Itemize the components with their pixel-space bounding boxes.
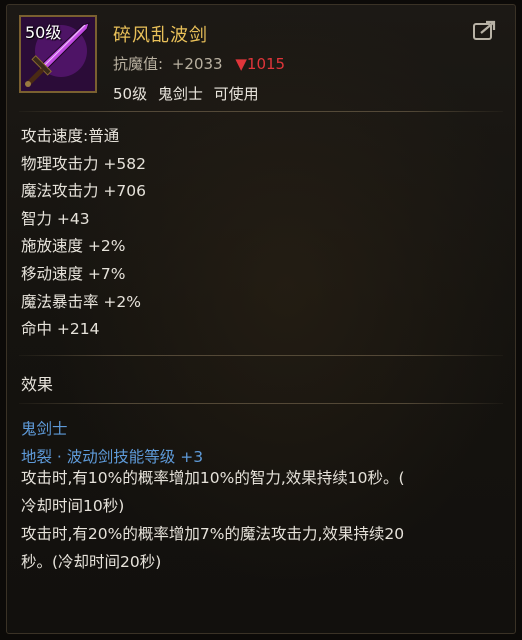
- stat-move-speed: 移动速度 +7%: [21, 264, 126, 283]
- stats-divider: [19, 355, 503, 356]
- header-divider: [19, 111, 503, 112]
- stat-cast-speed: 施放速度 +2%: [21, 237, 126, 256]
- item-level-badge: 50级: [25, 23, 62, 42]
- required-class: 鬼剑士: [157, 85, 203, 103]
- effect-line: 冷却时间10秒): [21, 497, 125, 515]
- resist-label: 抗魔值:: [113, 55, 164, 73]
- effect-line: 攻击时,有20%的概率增加7%的魔法攻击力,效果持续20: [21, 525, 405, 543]
- stat-attack-speed: 攻击速度:普通: [21, 127, 120, 145]
- effect-line: 攻击时,有10%的概率增加10%的智力,效果持续10秒。(: [21, 469, 405, 487]
- stat-intelligence: 智力 +43: [21, 209, 90, 228]
- stats-list: 攻击速度:普通 物理攻击力 +582 魔法攻击力 +706 智力 +43 施放速…: [21, 123, 146, 344]
- effect-skill-bonus: 地裂 · 波动剑技能等级 +3: [21, 448, 204, 466]
- item-name: 碎风乱波剑: [113, 25, 208, 46]
- effects-title: 效果: [21, 375, 54, 394]
- share-button[interactable]: [471, 19, 499, 43]
- stat-physical-attack: 物理攻击力 +582: [21, 154, 146, 173]
- effects-divider: [19, 403, 503, 404]
- share-export-icon: [473, 20, 496, 40]
- effect-line: 秒。(冷却时间20秒): [21, 553, 162, 571]
- stat-hit-rate: 命中 +214: [21, 320, 100, 339]
- resist-diff-down: ▼1015: [235, 55, 286, 73]
- tooltip-header: 50级 碎风乱波剑 抗魔值: +2033 ▼1015 50级 鬼剑士 可使用: [7, 5, 515, 109]
- effect-class-name: 鬼剑士: [21, 420, 68, 438]
- stat-magic-attack: 魔法攻击力 +706: [21, 182, 146, 201]
- requirement-row: 50级 鬼剑士 可使用: [113, 83, 265, 104]
- purple-sword-icon: 50级: [19, 15, 97, 93]
- usable-status: 可使用: [213, 85, 259, 103]
- required-level: 50级: [113, 85, 148, 103]
- stat-magic-crit: 魔法暴击率 +2%: [21, 292, 142, 311]
- item-tooltip: 50级 碎风乱波剑 抗魔值: +2033 ▼1015 50级 鬼剑士 可使用 攻…: [6, 4, 516, 634]
- resist-value-row: 抗魔值: +2033 ▼1015: [113, 53, 285, 74]
- resist-value: +2033: [171, 55, 223, 73]
